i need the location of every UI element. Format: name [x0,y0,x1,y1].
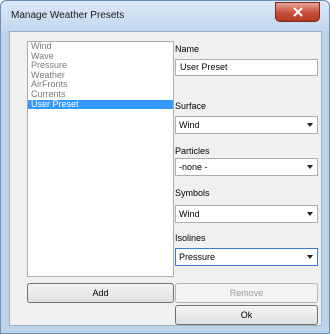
title-bar[interactable]: Manage Weather Presets [1,1,329,31]
isolines-label: Isolines [175,233,206,243]
surface-select[interactable]: Wind [175,116,318,134]
surface-label: Surface [175,101,207,111]
window-title: Manage Weather Presets [11,10,125,21]
name-label: Name [175,44,200,54]
preset-list[interactable]: Wind Wave Pressure Weather AirFronts Cur… [27,41,174,277]
chevron-down-icon [307,123,313,127]
particles-select[interactable]: -none - [175,158,318,176]
chevron-down-icon [307,165,313,169]
dialog-body: Wind Wave Pressure Weather AirFronts Cur… [9,31,322,326]
surface-value: Wind [179,120,200,130]
close-button[interactable] [275,2,320,22]
name-field[interactable]: User Preset [175,59,318,76]
ok-button[interactable]: Ok [175,305,318,325]
add-button[interactable]: Add [27,283,174,303]
symbols-value: Wind [179,209,200,219]
close-icon [292,7,303,17]
list-item-selected[interactable]: User Preset [28,99,173,110]
symbols-label: Symbols [175,188,210,198]
symbols-select[interactable]: Wind [175,205,318,223]
isolines-value: Pressure [179,252,216,262]
chevron-down-icon [307,212,313,216]
chevron-down-icon [307,255,313,259]
isolines-select[interactable]: Pressure [175,248,318,266]
dialog-window: Manage Weather Presets Wind Wave Pressur… [0,0,330,334]
particles-value: -none - [179,162,208,172]
remove-button[interactable]: Remove [175,283,318,303]
particles-label: Particles [175,146,210,156]
